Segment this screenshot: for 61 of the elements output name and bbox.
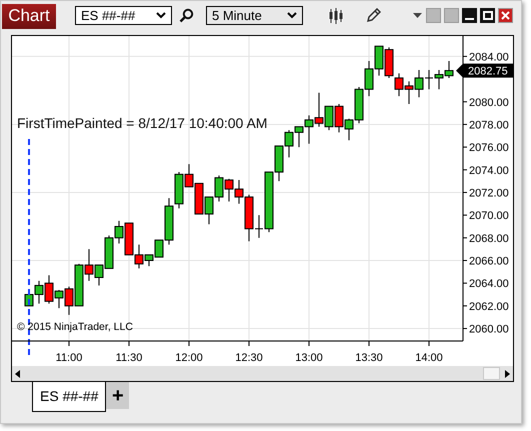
candlestick — [284, 130, 294, 158]
candlestick — [334, 104, 344, 133]
candlestick — [304, 114, 314, 144]
copyright-text: © 2015 NinjaTrader, LLC — [17, 321, 133, 333]
time-axis-label: 12:30 — [235, 352, 263, 364]
last-price-marker: 2082.75 — [456, 64, 514, 78]
price-axis-label: 2074.00 — [469, 164, 509, 177]
candlestick — [194, 182, 204, 214]
candlestick — [204, 196, 214, 225]
time-axis-label: 13:00 — [295, 352, 323, 364]
price-axis-label: 2060.00 — [469, 324, 509, 336]
candlestick — [424, 70, 434, 90]
price-axis-label: 2062.00 — [469, 300, 509, 313]
instrument-dropdown[interactable]: ES ##-## — [75, 6, 172, 25]
scroll-right-icon — [505, 370, 510, 378]
price-axis-label: 2080.00 — [469, 96, 509, 109]
price-axis-label: 2070.00 — [469, 210, 509, 222]
price-axis-label: 2068.00 — [469, 232, 509, 245]
candlestick — [224, 178, 234, 202]
candlestick — [394, 72, 404, 97]
candlestick — [444, 60, 454, 78]
candlestick — [314, 92, 324, 128]
interval-dropdown[interactable]: 5 Minute — [206, 6, 303, 25]
time-axis-label: 14:00 — [415, 352, 443, 364]
time-axis-label: 11:30 — [116, 352, 142, 364]
close-button[interactable] — [498, 8, 513, 23]
minimize-button[interactable] — [462, 8, 477, 23]
window-title: Chart — [2, 4, 56, 28]
candlestick — [374, 46, 384, 76]
time-axis-label: 12:00 — [175, 352, 203, 364]
price-axis-label: 2072.00 — [469, 187, 509, 200]
candlestick — [404, 80, 414, 105]
pencil-icon[interactable] — [365, 8, 381, 24]
candlestick-icon[interactable] — [329, 8, 343, 24]
price-axis-label: 2084.00 — [469, 51, 509, 64]
scroll-left-icon — [15, 370, 20, 378]
candlestick — [414, 70, 424, 98]
time-axis-label: 11:00 — [56, 352, 82, 364]
maximize-button[interactable] — [480, 8, 495, 23]
candlestick — [324, 106, 334, 131]
price-axis-label: 2078.00 — [469, 119, 509, 132]
price-axis-label: 2064.00 — [469, 278, 509, 290]
chart-tab[interactable]: ES ##-## — [32, 382, 106, 412]
candlestick — [294, 126, 304, 148]
search-icon[interactable] — [179, 8, 194, 23]
candlestick — [114, 220, 124, 244]
add-tab-button[interactable]: + — [106, 382, 130, 409]
price-axis-label: 2066.00 — [469, 256, 509, 268]
chevron-down-icon — [156, 12, 166, 19]
chevron-down-icon — [287, 12, 297, 19]
candlestick — [434, 70, 444, 90]
candlestick — [214, 174, 224, 202]
dropdown-arrow-icon[interactable] — [413, 13, 422, 18]
price-axis-label: 2076.00 — [469, 142, 509, 154]
scroll-thumb[interactable] — [483, 367, 500, 380]
candlestick — [124, 222, 134, 256]
candlestick — [384, 46, 394, 78]
time-axis-label: 13:30 — [355, 352, 383, 364]
annotation-label: FirstTimePainted = 8/12/17 10:40:00 AM — [17, 115, 268, 131]
candlestick — [364, 60, 374, 97]
horizontal-scrollbar[interactable] — [12, 366, 513, 381]
